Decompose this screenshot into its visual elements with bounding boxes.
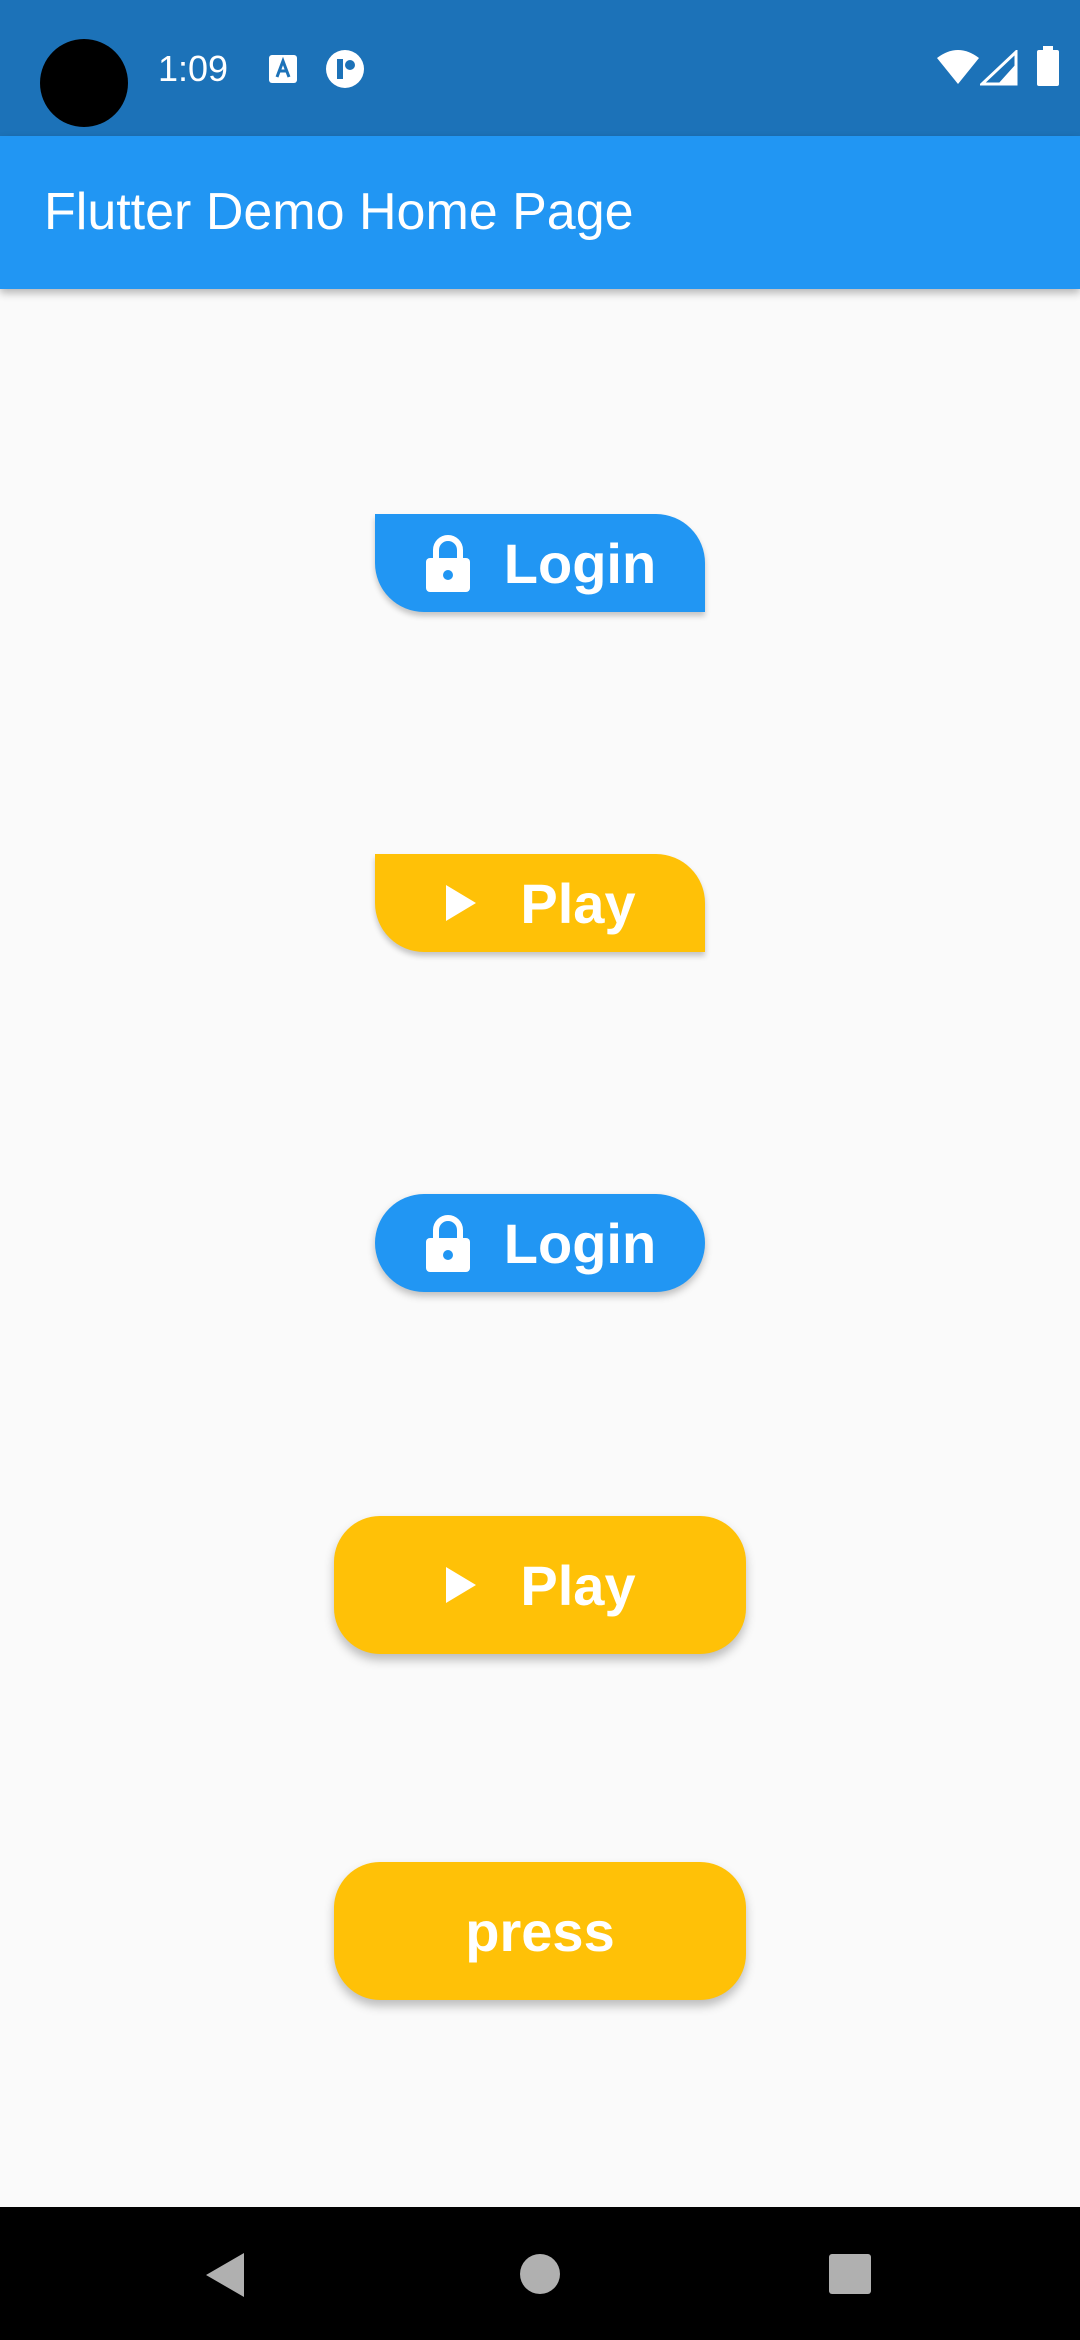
lock-icon xyxy=(424,1214,472,1272)
app-bar: Flutter Demo Home Page xyxy=(0,136,1080,289)
page-title: Flutter Demo Home Page xyxy=(44,183,634,241)
status-bar: 1:09 xyxy=(0,0,1080,136)
play-label: Play xyxy=(520,1553,636,1617)
press-label: press xyxy=(465,1899,615,1963)
home-icon[interactable] xyxy=(519,2253,561,2300)
login-button-pill[interactable]: Login xyxy=(375,1194,705,1292)
play-button-pill[interactable]: Play xyxy=(334,1516,746,1654)
app-notification-icon xyxy=(325,49,365,94)
cellular-signal-icon xyxy=(978,48,1018,91)
battery-icon xyxy=(1036,46,1060,91)
login-button-diagonal[interactable]: Login xyxy=(375,514,705,612)
status-time: 1:09 xyxy=(158,48,229,89)
back-icon[interactable] xyxy=(204,2251,248,2304)
main-content: Login Play Login Play press xyxy=(0,289,1080,2207)
text-a-notification-icon xyxy=(268,54,298,89)
lock-icon xyxy=(424,534,472,592)
login-label: Login xyxy=(503,1211,657,1275)
play-icon xyxy=(444,883,478,923)
press-button[interactable]: press xyxy=(334,1862,746,2000)
recents-icon[interactable] xyxy=(828,2253,872,2300)
camera-cutout xyxy=(40,39,128,127)
wifi-icon xyxy=(936,50,980,91)
system-navigation-bar xyxy=(0,2207,1080,2340)
play-button-diagonal[interactable]: Play xyxy=(375,854,705,952)
play-label: Play xyxy=(520,871,636,935)
play-icon xyxy=(444,1565,478,1605)
login-label: Login xyxy=(503,531,657,595)
